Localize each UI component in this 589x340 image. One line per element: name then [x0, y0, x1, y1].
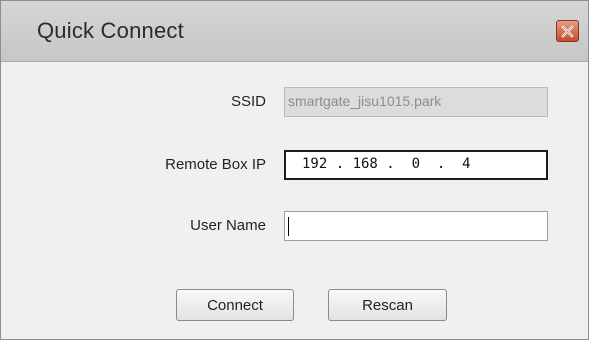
- rescan-button[interactable]: Rescan: [328, 289, 447, 321]
- text-caret: [288, 217, 289, 236]
- close-button[interactable]: [556, 20, 579, 42]
- dialog-title: Quick Connect: [37, 18, 184, 43]
- ssid-label: SSID: [230, 93, 266, 110]
- user-name-label: User Name: [190, 217, 266, 234]
- connect-button[interactable]: Connect: [176, 289, 294, 321]
- quick-connect-dialog: Quick Connect SSID smartgate_jisu1015.pa…: [0, 0, 589, 340]
- remote-ip-field[interactable]: 192 . 168 . 0 . 4: [284, 150, 548, 180]
- close-icon: [561, 25, 574, 37]
- title-bar: Quick Connect: [1, 1, 588, 62]
- user-name-field[interactable]: [284, 211, 548, 241]
- ssid-field: smartgate_jisu1015.park: [284, 87, 548, 117]
- remote-ip-label: Remote Box IP: [165, 156, 266, 173]
